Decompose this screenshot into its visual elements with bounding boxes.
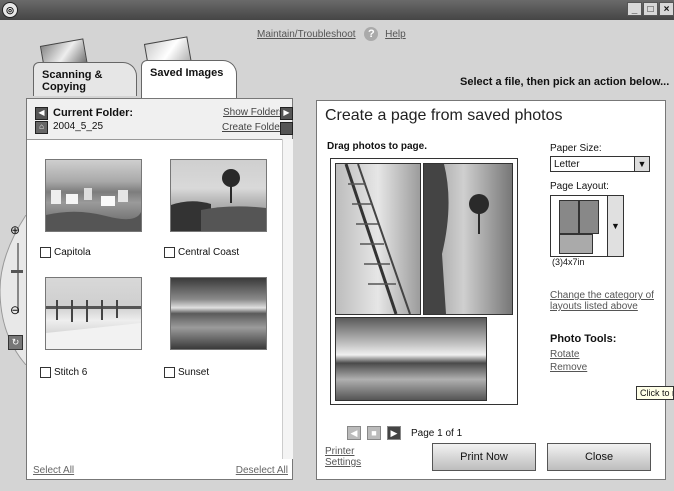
maximize-button[interactable]: □	[643, 2, 658, 16]
create-folder-icon[interactable]	[280, 122, 293, 135]
photo-name: Central Coast	[178, 247, 240, 258]
layout-dropdown-arrow-icon[interactable]: ▼	[607, 195, 624, 257]
photo-tools-title: Photo Tools:	[550, 333, 617, 345]
photo-checkbox-row: Central Coast	[164, 247, 239, 258]
placed-photo[interactable]	[423, 163, 513, 315]
page-canvas[interactable]	[330, 158, 518, 405]
maintain-troubleshoot-link[interactable]: Maintain/Troubleshoot	[257, 29, 356, 40]
window-controls: _ □ ×	[627, 2, 674, 16]
change-category-link[interactable]: Change the category of layouts listed ab…	[550, 290, 660, 312]
page-layout-label: Page Layout:	[550, 181, 609, 192]
show-folders-arrow-icon[interactable]: ▶	[280, 107, 293, 120]
panel-title: Create a page from saved photos	[325, 107, 563, 124]
photo-checkbox-row: Sunset	[164, 367, 209, 378]
help-link[interactable]: Help	[385, 29, 406, 40]
create-folder-link[interactable]: Create Folder	[222, 122, 283, 133]
app-icon[interactable]: ◎	[2, 2, 18, 18]
page-navigation: ◀ ■ ▶ Page 1 of 1	[347, 426, 462, 440]
photo-checkbox-row: Stitch 6	[40, 367, 87, 378]
zoom-control: ⊕ ⊖ ↻	[0, 215, 26, 365]
delete-page-icon[interactable]: ■	[367, 426, 381, 440]
tab-label: Saved Images	[150, 67, 224, 79]
next-page-icon[interactable]: ▶	[387, 426, 401, 440]
zoom-in-icon[interactable]: ⊕	[10, 223, 20, 237]
photo-thumbnail[interactable]	[170, 277, 267, 350]
drag-hint: Drag photos to page.	[327, 141, 427, 152]
tab-scanning-copying[interactable]: Scanning & Copying	[33, 62, 137, 96]
photo-name: Capitola	[54, 247, 91, 258]
photo-checkbox[interactable]	[40, 247, 51, 258]
photo-thumbnail[interactable]	[170, 159, 267, 232]
remove-link[interactable]: Remove	[550, 362, 587, 373]
select-all-link[interactable]: Select All	[33, 465, 74, 476]
deselect-all-link[interactable]: Deselect All	[236, 465, 288, 476]
photo-thumbnail[interactable]	[45, 277, 142, 350]
show-folders-link[interactable]: Show Folders	[223, 107, 284, 118]
zoom-out-icon[interactable]: ⊖	[10, 303, 20, 317]
photo-checkbox-row: Capitola	[40, 247, 91, 258]
previous-page-icon[interactable]: ◀	[347, 426, 361, 440]
paper-size-value: Letter	[554, 159, 580, 170]
layout-caption: (3)4x7in	[552, 257, 585, 267]
help-icon[interactable]: ?	[364, 27, 379, 41]
current-folder-label: Current Folder:	[53, 107, 134, 119]
photo-checkbox[interactable]	[164, 247, 175, 258]
refresh-icon[interactable]: ↻	[8, 335, 23, 350]
chevron-down-icon[interactable]: ▼	[634, 157, 649, 171]
folder-name: 2004_5_25	[53, 121, 104, 132]
scrollbar[interactable]	[282, 139, 293, 459]
printer-settings-link[interactable]: Printer Settings	[325, 446, 365, 468]
photo-name: Sunset	[178, 367, 210, 378]
paper-size-select[interactable]: Letter ▼	[550, 156, 650, 172]
photo-checkbox[interactable]	[164, 367, 175, 378]
tab-saved-images[interactable]: Saved Images	[141, 60, 237, 98]
zoom-slider-thumb[interactable]	[11, 270, 23, 273]
saved-images-panel: ◀ ⌂ Current Folder: 2004_5_25 Show Folde…	[26, 98, 293, 480]
tooltip: Click to r	[636, 386, 674, 400]
title-bar: ◎ _ □ ×	[0, 0, 674, 20]
close-button[interactable]: Close	[547, 443, 651, 471]
print-now-button[interactable]: Print Now	[432, 443, 536, 471]
minimize-button[interactable]: _	[627, 2, 642, 16]
photo-name: Stitch 6	[54, 367, 88, 378]
photo-thumbnail[interactable]	[45, 159, 142, 232]
create-page-panel: Create a page from saved photos Drag pho…	[316, 100, 666, 480]
page-indicator: Page 1 of 1	[411, 427, 463, 439]
folder-header: ◀ ⌂ Current Folder: 2004_5_25 Show Folde…	[27, 99, 293, 140]
paper-size-label: Paper Size:	[550, 143, 602, 154]
tab-label: Scanning & Copying	[42, 69, 103, 93]
placed-photo[interactable]	[335, 163, 421, 315]
placed-photo[interactable]	[335, 317, 487, 401]
instruction-text: Select a file, then pick an action below…	[460, 76, 670, 88]
top-links: Maintain/Troubleshoot ? Help	[257, 27, 406, 41]
home-folder-icon[interactable]: ⌂	[35, 121, 48, 134]
close-window-button[interactable]: ×	[659, 2, 674, 16]
photo-checkbox[interactable]	[40, 367, 51, 378]
rotate-link[interactable]: Rotate	[550, 349, 579, 360]
back-arrow-icon[interactable]: ◀	[35, 107, 48, 120]
